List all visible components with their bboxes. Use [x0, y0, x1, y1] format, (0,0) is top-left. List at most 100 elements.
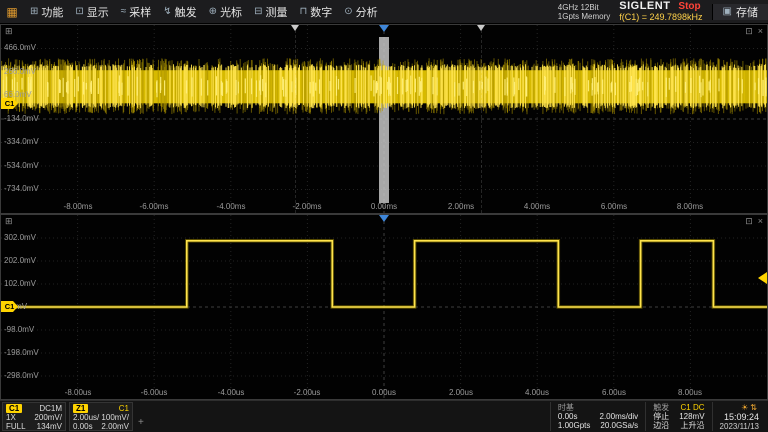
brand-block: SIGLENT Stop f(C1) = 249.7898kHz [619, 1, 702, 22]
menu-item-function[interactable]: ⊞功能 [24, 0, 69, 23]
trigger-position-marker[interactable] [379, 215, 389, 222]
trigger-status-box[interactable]: 触发 C1 DC 停止 128mV 边沿 上升沿 [645, 402, 711, 431]
window-close-icon[interactable]: × [758, 216, 763, 227]
timebase-scale: 2.00ms/div [600, 412, 639, 421]
acquire-icon: ≈ [121, 6, 127, 17]
time-label: 2.00ms [448, 202, 474, 211]
left-zone-marker[interactable] [291, 25, 299, 31]
z1-source: C1 [119, 404, 129, 413]
sun-icon: ☀ [741, 403, 750, 412]
time-label: -2.00ms [293, 202, 322, 211]
channel-status-group: C1DC1M 1X200mV/ FULL134mV Z1C1 2.00us/10… [2, 402, 133, 431]
zoom-waveform [1, 215, 767, 399]
trigger-level-marker[interactable] [758, 272, 767, 284]
time-label: 8.00us [678, 388, 702, 397]
memory-spec: 1Gpts Memory [558, 12, 610, 21]
main-waveform [1, 25, 767, 213]
time-label: -2.00us [294, 388, 321, 397]
trigger-type: 边沿 [653, 421, 669, 430]
menu-item-analysis[interactable]: ⊙分析 [338, 0, 383, 23]
time-label: -4.00ms [217, 202, 246, 211]
window-restore-icon[interactable]: ⊡ [745, 216, 753, 227]
menu-item-trigger[interactable]: ↯ 触发 [157, 0, 202, 23]
volt-label: -134.0mV [4, 114, 39, 123]
c1-probe: 1X [6, 413, 16, 422]
c1-coupling: DC1M [39, 404, 62, 413]
menu-bar: ▦ ⊞功能 ⊡显示 ≈采样 ↯ 触发 ⊕光标 ⊟测量 ⊓数字 ⊙分析 4GHz 1… [0, 0, 768, 24]
time-label: 4.00us [525, 388, 549, 397]
save-button[interactable]: ▣ 存储 [712, 4, 768, 20]
clock-date: 2023/11/13 [720, 422, 759, 431]
time-label: -8.00ms [64, 202, 93, 211]
z1-badge: Z1 [73, 404, 88, 413]
time-label: 6.00us [602, 388, 626, 397]
grid-config-icon[interactable]: ⊞ [5, 216, 13, 227]
trigger-slope: 上升沿 [681, 421, 705, 430]
function-icon: ⊞ [30, 6, 38, 17]
time-label: -6.00us [141, 388, 168, 397]
volt-label: 102.0mV [4, 279, 36, 288]
oscilloscope-screen: ▦ ⊞功能 ⊡显示 ≈采样 ↯触发 ⊕光标 ⊟测量 ⊓数字 ⊙分析 4GHz 1… [0, 0, 768, 432]
menu-item-digital[interactable]: ⊓数字 [293, 0, 338, 23]
timebase-delay: 0.00s [558, 412, 578, 421]
channel1-status-box[interactable]: C1DC1M 1X200mV/ FULL134mV [2, 402, 66, 431]
trigger-status: 停止 [653, 412, 669, 421]
c1-scale: 200mV/ [34, 413, 62, 422]
menu-item-label: 数字 [310, 4, 332, 20]
crosshair-icon: + [138, 417, 144, 428]
z1-hscale: 2.00us/ [73, 413, 99, 422]
window-close-icon[interactable]: × [758, 26, 763, 37]
menu-item-label: 触发 [175, 4, 197, 20]
z1-vscale: 100mV/ [101, 413, 129, 422]
zoom-waveform-panel[interactable]: ⊞ ⊡ × 302.0mV 202.0mV 102.0mV 2.0mV -98.… [0, 214, 768, 400]
timebase-header: 时基 [558, 403, 574, 412]
digital-icon: ⊓ [299, 6, 307, 17]
scope-spec: 4GHz 12Bit 1Gpts Memory [558, 3, 610, 21]
save-label: 存储 [736, 4, 758, 20]
menu-item-measure[interactable]: ⊟测量 [248, 0, 293, 23]
volt-label: 466.0mV [4, 43, 36, 52]
right-zone-marker[interactable] [477, 25, 485, 31]
menu-item-label: 功能 [41, 4, 63, 20]
timebase-samplerate: 20.0GSa/s [600, 421, 638, 430]
time-label: 2.00us [449, 388, 473, 397]
time-label: 0.00ms [371, 202, 397, 211]
window-restore-icon[interactable]: ⊡ [745, 26, 753, 37]
trigger-level: 128mV [679, 412, 704, 421]
menu-item-label: 显示 [87, 4, 109, 20]
time-label: 8.00ms [677, 202, 703, 211]
trigger-position-marker[interactable] [379, 25, 389, 32]
volt-label: -298.0mV [4, 371, 39, 380]
volt-label: 202.0mV [4, 256, 36, 265]
trigger-icon: ↯ [163, 6, 171, 17]
menu-item-cursor[interactable]: ⊕光标 [203, 0, 248, 23]
left-marker-line [295, 25, 296, 213]
volt-label: 302.0mV [4, 233, 36, 242]
menu-item-acquire[interactable]: ≈采样 [115, 0, 158, 23]
main-waveform-panel[interactable]: ⊞ ⊡ × 466.0mV 266.0mV 66.0mV -134.0mV -3… [0, 24, 768, 214]
menu-item-display[interactable]: ⊡显示 [69, 0, 114, 23]
trigger-header: 触发 [653, 403, 669, 412]
home-menu-icon[interactable]: ▦ [0, 0, 24, 23]
time-label: 6.00ms [601, 202, 627, 211]
timebase-trigger-group: 时基 0.00s 2.00ms/div 1.00Gpts 20.0GSa/s 触发 C… [550, 402, 766, 431]
menu-item-label: 光标 [220, 4, 242, 20]
menubar-status-cluster: 4GHz 12Bit 1Gpts Memory SIGLENT Stop f(C… [558, 0, 768, 23]
timebase-points: 1.00Gpts [558, 421, 590, 430]
time-label: 0.00us [372, 388, 396, 397]
trigger-source: C1 DC [681, 403, 705, 412]
timebase-status-box[interactable]: 时基 0.00s 2.00ms/div 1.00Gpts 20.0GSa/s [550, 402, 645, 431]
grid-config-icon[interactable]: ⊞ [5, 26, 13, 37]
menu-item-label: 测量 [265, 4, 287, 20]
clock-time: 15:09:24 [720, 412, 759, 422]
save-icon: ▣ [723, 6, 732, 17]
volt-label: -734.0mV [4, 184, 39, 193]
panel-window-controls: ⊡ × [745, 26, 763, 37]
measure-icon: ⊟ [254, 6, 262, 17]
frequency-counter: f(C1) = 249.7898kHz [619, 12, 702, 22]
analysis-icon: ⊙ [344, 6, 352, 17]
volt-label: -534.0mV [4, 161, 39, 170]
time-label: 4.00ms [524, 202, 550, 211]
siglent-logo: SIGLENT [619, 1, 670, 11]
zoom-status-box[interactable]: Z1C1 2.00us/100mV/ 0.00s2.00mV [69, 402, 133, 431]
